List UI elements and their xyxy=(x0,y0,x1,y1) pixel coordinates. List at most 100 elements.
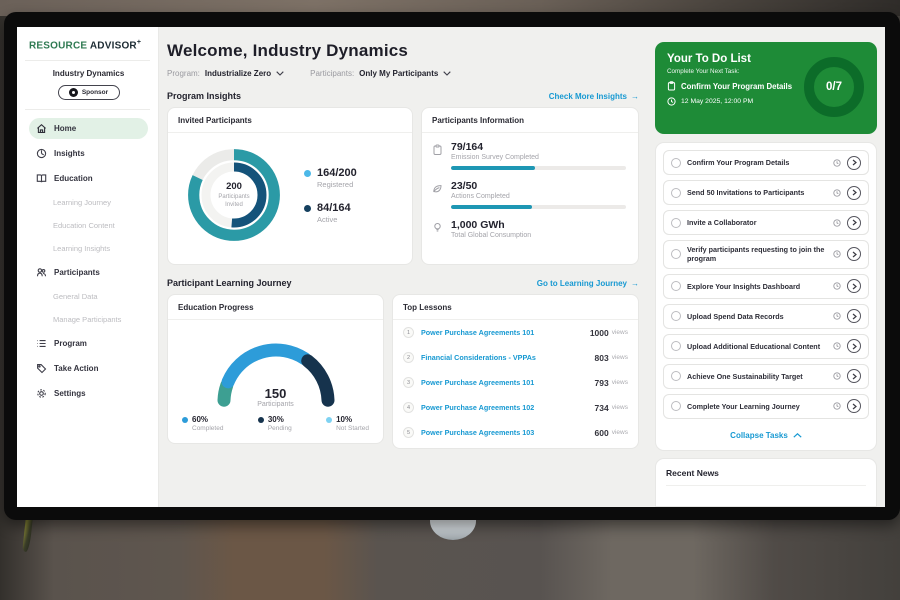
chevron-down-icon xyxy=(276,71,284,76)
task-go-button[interactable] xyxy=(847,156,861,170)
recent-news-card: Recent News xyxy=(655,458,877,507)
task-go-button[interactable] xyxy=(847,399,861,413)
sidebar-item-label: Take Action xyxy=(54,364,98,373)
sidebar-item-learning-insights[interactable]: Learning Insights xyxy=(29,239,148,258)
sidebar-item-participants[interactable]: Participants xyxy=(29,262,148,283)
chevron-down-icon xyxy=(443,71,451,76)
task-label: Explore Your Insights Dashboard xyxy=(687,282,827,291)
program-insights-header: Program Insights Check More Insights → xyxy=(167,91,639,101)
task-go-button[interactable] xyxy=(847,216,861,230)
arrow-right-icon: → xyxy=(631,92,639,101)
program-filter[interactable]: Program: Industrialize Zero xyxy=(167,69,284,78)
task-row: Verify participants requesting to join t… xyxy=(663,240,869,269)
learning-cards-row: Education Progress 150 Participants xyxy=(167,294,639,449)
sidebar-item-home[interactable]: Home xyxy=(29,118,148,139)
chevron-right-icon xyxy=(852,403,857,410)
task-label: Achieve One Sustainability Target xyxy=(687,372,827,381)
task-go-button[interactable] xyxy=(847,339,861,353)
sidebar-item-education[interactable]: Education xyxy=(29,168,148,189)
task-checkbox[interactable] xyxy=(671,341,681,351)
sponsor-icon xyxy=(69,88,78,97)
lesson-link[interactable]: Power Purchase Agreements 101 xyxy=(421,378,595,387)
clock-icon xyxy=(833,159,841,167)
views-suffix: views xyxy=(612,329,628,336)
task-checkbox[interactable] xyxy=(671,158,681,168)
sidebar-item-program[interactable]: Program xyxy=(29,333,148,354)
legend-value: 10% xyxy=(336,415,369,424)
todo-progress-value: 0/7 xyxy=(826,81,842,93)
sidebar-item-education-content[interactable]: Education Content xyxy=(29,216,148,235)
task-row: Confirm Your Program Details xyxy=(663,150,869,175)
lesson-views: 734 xyxy=(595,403,609,413)
clipboard-icon xyxy=(667,81,676,91)
card-title: Education Progress xyxy=(168,295,383,320)
leaf-icon xyxy=(432,183,443,194)
task-label: Send 50 Invitations to Participants xyxy=(687,188,827,197)
stat-value: 23/50 xyxy=(451,180,626,192)
progress-track xyxy=(451,166,626,170)
sidebar-item-take-action[interactable]: Take Action xyxy=(29,358,148,379)
legend-dot xyxy=(304,205,311,212)
task-checkbox[interactable] xyxy=(671,188,681,198)
insights-icon xyxy=(36,148,47,159)
sidebar-item-label: Learning Journey xyxy=(53,198,111,207)
recent-news-title: Recent News xyxy=(666,468,866,486)
task-go-button[interactable] xyxy=(847,309,861,323)
participants-information-card: Participants Information 79/164 Emission… xyxy=(421,107,639,265)
check-more-insights-link[interactable]: Check More Insights → xyxy=(549,92,639,101)
participants-filter-value: Only My Participants xyxy=(359,69,438,78)
task-checkbox[interactable] xyxy=(671,218,681,228)
task-go-button[interactable] xyxy=(847,247,861,261)
chevron-right-icon xyxy=(852,343,857,350)
sidebar-divider xyxy=(25,109,150,110)
collapse-tasks-link[interactable]: Collapse Tasks xyxy=(663,428,869,443)
lesson-rank: 2 xyxy=(403,352,414,363)
task-label: Verify participants requesting to join t… xyxy=(687,245,827,264)
task-go-button[interactable] xyxy=(847,186,861,200)
sidebar-item-label: Settings xyxy=(54,389,86,398)
sidebar-item-label: Participants xyxy=(54,268,100,277)
task-checkbox[interactable] xyxy=(671,311,681,321)
participants-filter[interactable]: Participants: Only My Participants xyxy=(310,69,451,78)
todo-progress-ring: 0/7 xyxy=(804,57,864,117)
task-go-button[interactable] xyxy=(847,369,861,383)
book-icon xyxy=(36,173,47,184)
lesson-link[interactable]: Power Purchase Agreements 102 xyxy=(421,403,595,412)
sidebar-item-learning-journey[interactable]: Learning Journey xyxy=(29,193,148,212)
task-checkbox[interactable] xyxy=(671,281,681,291)
views-suffix: views xyxy=(612,379,628,386)
bulb-icon xyxy=(432,222,443,234)
gear-icon xyxy=(36,388,47,399)
card-title: Invited Participants xyxy=(168,108,412,133)
task-go-button[interactable] xyxy=(847,279,861,293)
lesson-link[interactable]: Power Purchase Agreements 101 xyxy=(421,328,590,337)
clock-icon xyxy=(833,219,841,227)
sidebar: RESOURCE ADVISOR+ Industry Dynamics Spon… xyxy=(17,27,159,507)
stat-actions-completed: 23/50 Actions Completed xyxy=(432,180,626,209)
sidebar-item-settings[interactable]: Settings xyxy=(29,383,148,404)
task-checkbox[interactable] xyxy=(671,249,681,259)
education-gauge-chart: 150 Participants xyxy=(201,324,351,408)
gauge-center-label: Participants xyxy=(201,401,351,408)
lesson-link[interactable]: Power Purchase Agreements 103 xyxy=(421,428,595,437)
task-checkbox[interactable] xyxy=(671,401,681,411)
lesson-views: 803 xyxy=(595,353,609,363)
sidebar-item-insights[interactable]: Insights xyxy=(29,143,148,164)
stat-value: 79/164 xyxy=(451,141,626,153)
task-row: Invite a Collaborator xyxy=(663,210,869,235)
chevron-right-icon xyxy=(852,373,857,380)
sidebar-item-manage-participants[interactable]: Manage Participants xyxy=(29,310,148,329)
views-suffix: views xyxy=(612,429,628,436)
legend-value: 60% xyxy=(192,415,223,424)
task-label: Confirm Your Program Details xyxy=(687,158,827,167)
section-title: Participant Learning Journey xyxy=(167,278,292,288)
task-row: Send 50 Invitations to Participants xyxy=(663,180,869,205)
section-title: Program Insights xyxy=(167,91,241,101)
go-to-learning-journey-link[interactable]: Go to Learning Journey → xyxy=(537,279,639,288)
legend-label: Not Started xyxy=(336,425,369,432)
task-checkbox[interactable] xyxy=(671,371,681,381)
donut-center-label: Participants Invited xyxy=(211,194,257,209)
legend-dot xyxy=(258,417,264,423)
lesson-link[interactable]: Financial Considerations - VPPAs xyxy=(421,353,595,362)
sidebar-item-general-data[interactable]: General Data xyxy=(29,287,148,306)
